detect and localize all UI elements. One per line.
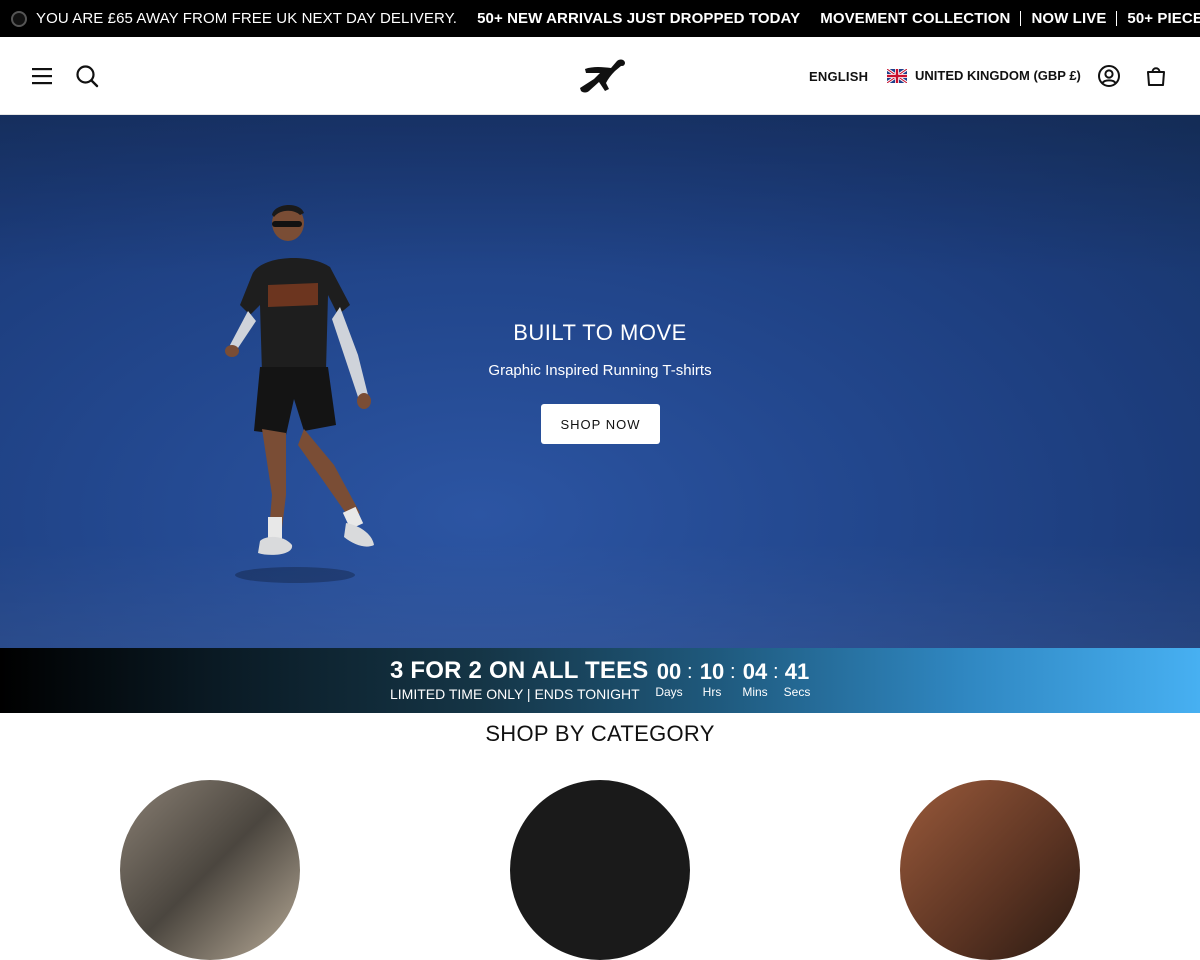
country-selector[interactable]: UNITED KINGDOM (GBP £) xyxy=(887,68,1081,83)
countdown-days-value: 00 xyxy=(656,659,682,684)
countdown-secs-label: Secs xyxy=(783,685,811,699)
promo-title: 3 FOR 2 ON ALL TEES xyxy=(390,657,649,684)
hero-title: BUILT TO MOVE xyxy=(513,320,687,345)
countdown-mins-value: 04 xyxy=(742,659,768,684)
hero-banner[interactable]: BUILT TO MOVE Graphic Inspired Running T… xyxy=(0,115,1200,648)
promo-countdown-bar[interactable]: 3 FOR 2 ON ALL TEES LIMITED TIME ONLY | … xyxy=(0,648,1200,713)
countdown-hours-value: 10 xyxy=(699,659,725,684)
account-icon[interactable] xyxy=(1097,64,1121,88)
search-icon[interactable] xyxy=(75,64,99,88)
announcement-bar: YOU ARE £65 AWAY FROM FREE UK NEXT DAY D… xyxy=(0,0,1200,37)
category-card-image[interactable] xyxy=(510,780,690,960)
category-card-image[interactable] xyxy=(120,780,300,960)
promo-subtitle: LIMITED TIME ONLY | ENDS TONIGHT xyxy=(390,686,640,702)
brand-logo[interactable] xyxy=(577,57,627,95)
countdown-secs-value: 41 xyxy=(784,659,810,684)
countdown-hours-label: Hrs xyxy=(702,685,722,699)
announcement-now-live[interactable]: NOW LIVE xyxy=(1031,10,1106,27)
marquee-pause-icon[interactable] xyxy=(11,10,27,27)
flag-uk-icon xyxy=(887,68,907,83)
language-selector[interactable]: ENGLISH xyxy=(809,69,868,84)
countdown-mins: 04 Mins xyxy=(735,659,775,699)
announcement-delivery: YOU ARE £65 AWAY FROM FREE UK NEXT DAY D… xyxy=(36,10,458,27)
announcement-divider xyxy=(1020,11,1022,26)
shop-now-button[interactable]: SHOP NOW xyxy=(541,404,660,444)
announcement-pieces[interactable]: 50+ PIECES xyxy=(1127,10,1200,27)
category-card-image[interactable] xyxy=(900,780,1080,960)
announcement-divider xyxy=(1116,11,1118,26)
hero-subtitle: Graphic Inspired Running T-shirts xyxy=(488,362,712,379)
site-header: ENGLISH UNITED KINGDOM (GBP £) xyxy=(0,37,1200,115)
runner-image xyxy=(225,204,374,583)
menu-icon[interactable] xyxy=(30,64,54,88)
country-label: UNITED KINGDOM (GBP £) xyxy=(915,68,1081,83)
cart-icon[interactable] xyxy=(1144,64,1168,88)
countdown-days: 00 Days xyxy=(649,659,689,699)
hero-shade xyxy=(0,115,1200,648)
announcement-new-arrivals[interactable]: 50+ NEW ARRIVALS JUST DROPPED TODAY xyxy=(477,10,800,27)
countdown-mins-label: Mins xyxy=(742,685,768,699)
category-section-title: SHOP BY CATEGORY xyxy=(485,721,715,746)
countdown-hours: 10 Hrs xyxy=(692,659,732,699)
announcement-movement[interactable]: MOVEMENT COLLECTION xyxy=(820,10,1010,27)
countdown-secs: 41 Secs xyxy=(777,659,817,699)
countdown-days-label: Days xyxy=(655,685,683,699)
